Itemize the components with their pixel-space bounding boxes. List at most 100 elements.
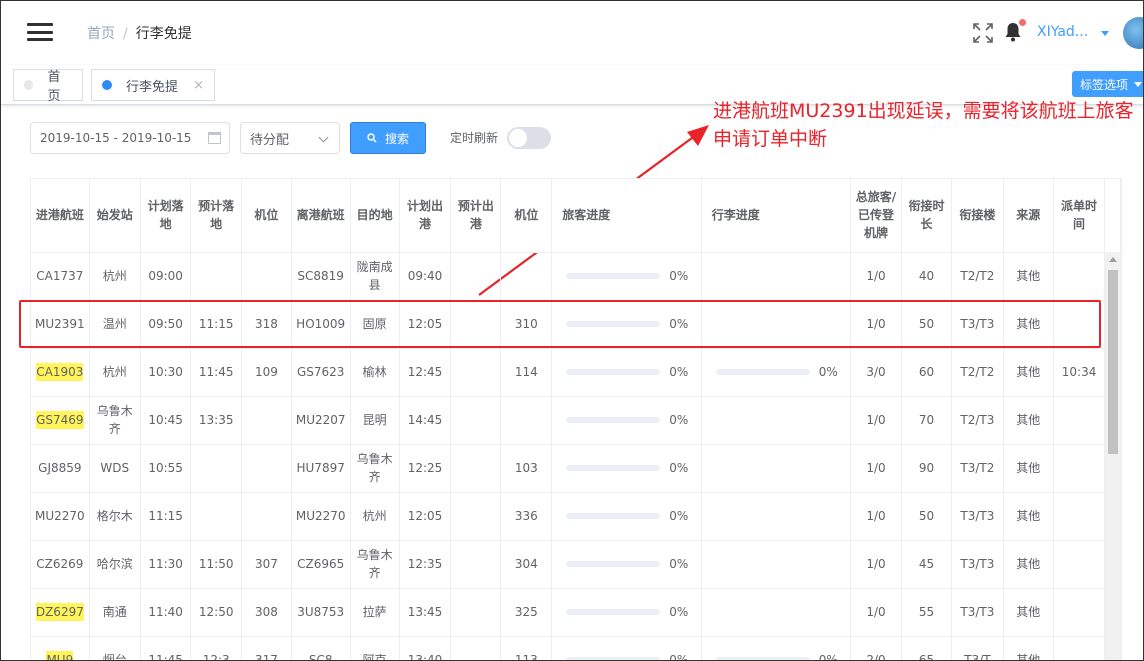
column-header[interactable]: 总旅客/已传登机牌 [850,179,902,253]
caret-down-icon[interactable] [1101,31,1109,36]
cell-disp: 10:34 [1053,348,1106,397]
column-header[interactable]: 离港航班 [291,179,351,253]
username[interactable]: XIYad... [1037,24,1088,40]
column-header[interactable]: 机位 [500,179,553,253]
cell-dest: 阿克 [350,636,400,660]
cell-origin: 杭州 [89,252,141,301]
cell-total: 1/0 [850,444,902,493]
column-header[interactable]: 计划出港 [399,179,452,253]
cell-conn: 55 [901,588,953,637]
search-button-label: 搜索 [384,131,409,146]
cell-dep-flight: SC8819 [291,252,351,301]
cell-plan-dep: 12:05 [399,492,452,541]
scroll-up-icon[interactable] [1109,257,1117,262]
table-scrollbar[interactable] [1105,252,1121,660]
cell-arr-flight: DZ6297 [31,588,90,637]
tag-home[interactable]: 首页 [13,69,83,104]
search-button[interactable]: 搜索 [350,122,426,154]
cell-plan-dep: 13:40 [399,636,452,660]
date-range-value: 2019-10-15 - 2019-10-15 [40,131,192,145]
cell-conn: 45 [901,540,953,589]
auto-refresh-label: 定时刷新 [450,131,499,145]
cell-arr-stand: 317 [241,636,292,660]
cell-total: 1/0 [850,396,902,445]
cell-conn: 65 [901,636,953,660]
progress-track [566,513,661,519]
progress-percent: 0% [818,365,838,379]
progress-track [566,321,661,327]
table-row[interactable]: GJ8859 WDS 10:55 HU7897 乌鲁木齐 12:25 103 0% 1/0 90 T… [31,444,1121,493]
search-icon [367,133,377,143]
cell-dest: 陇南成县 [350,252,400,301]
cell-bldg: T3/T [951,636,1004,660]
column-header[interactable]: 派单时间 [1053,179,1106,253]
cell-total: 1/0 [850,540,902,589]
cell-bldg: T3/T3 [951,540,1004,589]
cell-disp [1053,636,1106,660]
tag-options-button[interactable]: 标签选项 [1072,71,1143,97]
column-header[interactable]: 计划落地 [140,179,192,253]
cell-est-land: 12:50 [190,588,242,637]
table-row[interactable]: MU2391 温州 09:50 11:15 318 HO1009 固原 12:05 310 0% 1… [31,300,1121,349]
cell-dep-stand: 114 [500,348,553,397]
cell-arr-stand: 318 [241,300,292,349]
cell-arr-stand [241,492,292,541]
cell-arr-flight: CZ6269 [31,540,90,589]
column-header[interactable]: 预计落地 [190,179,242,253]
flight-highlight: CA1903 [36,363,84,381]
cell-origin: 杭州 [89,348,141,397]
status-select-value: 待分配 [250,132,290,148]
column-header[interactable]: 始发站 [89,179,141,253]
cell-dest: 乌鲁木齐 [350,444,400,493]
fullscreen-icon[interactable] [973,23,993,43]
table-row[interactable]: MU2270 格尔木 11:15 MU2270 杭州 12:05 336 0% 1/0 50 T3/… [31,492,1121,541]
auto-refresh-switch[interactable] [507,127,551,149]
baggage-progress: 0% [701,348,852,397]
passenger-progress-bar-group: 0% [556,507,696,525]
table-row[interactable]: GS7469 乌鲁木齐 10:45 13:35 MU2207 昆明 14:45 0% 1/0 70… [31,396,1121,445]
baggage-progress [701,444,852,493]
cell-arr-stand [241,396,292,445]
column-header[interactable]: 机位 [241,179,292,253]
table-row[interactable]: DZ6297 南通 11:40 12:50 308 3U8753 拉萨 13:45 325 0% 1… [31,588,1121,637]
header-gutter [1104,179,1121,253]
scrollbar-thumb[interactable] [1108,270,1118,454]
cell-est-land: 11:50 [190,540,242,589]
progress-track [566,417,661,423]
baggage-progress [701,396,852,445]
status-select[interactable]: 待分配 [240,122,340,154]
column-header[interactable]: 旅客进度 [551,179,702,253]
cell-est-dep [450,636,502,660]
progress-track [566,369,661,375]
cell-bldg: T3/T3 [951,588,1004,637]
column-header[interactable]: 来源 [1003,179,1054,253]
table-row[interactable]: CA1737 杭州 09:00 SC8819 陇南成县 09:40 0% 1/0 40 T2/T2… [31,252,1121,301]
column-header[interactable]: 衔接时长 [901,179,953,253]
close-icon[interactable]: × [193,78,204,93]
cell-conn: 40 [901,252,953,301]
column-header[interactable]: 目的地 [350,179,400,253]
switch-knob [509,129,527,147]
baggage-progress-bar-group: 0% [706,651,846,660]
avatar[interactable] [1123,17,1143,49]
cell-arr-flight: MU2270 [31,492,90,541]
table-row[interactable]: MU9 烟台 11:45 12:3 317 SC8 阿克 13:40 113 0% 0% 2/0 65 T… [31,636,1121,660]
cell-origin: 格尔木 [89,492,141,541]
cell-dest: 昆明 [350,396,400,445]
column-header[interactable]: 行李进度 [701,179,852,253]
column-header[interactable]: 进港航班 [31,179,90,253]
cell-total: 1/0 [850,300,902,349]
table-row[interactable]: CZ6269 哈尔滨 11:30 11:50 307 CZ6965 乌鲁木齐 12:35 304… [31,540,1121,589]
cell-est-dep [450,252,502,301]
tag-baggage[interactable]: 行李免提 × [91,69,215,101]
date-range-picker[interactable]: 2019-10-15 - 2019-10-15 [30,122,230,154]
table-row[interactable]: CA1903 杭州 10:30 11:45 109 GS7623 榆林 12:45 114 0% 0… [31,348,1121,397]
column-header[interactable]: 预计出港 [450,179,502,253]
cell-arr-stand: 307 [241,540,292,589]
flight-highlight: GS7469 [36,411,84,429]
progress-percent: 0% [669,413,689,427]
cell-dep-flight: 3U8753 [291,588,351,637]
breadcrumb-home[interactable]: 首页 [87,26,115,42]
column-header[interactable]: 衔接楼 [951,179,1004,253]
menu-icon[interactable] [27,23,53,41]
